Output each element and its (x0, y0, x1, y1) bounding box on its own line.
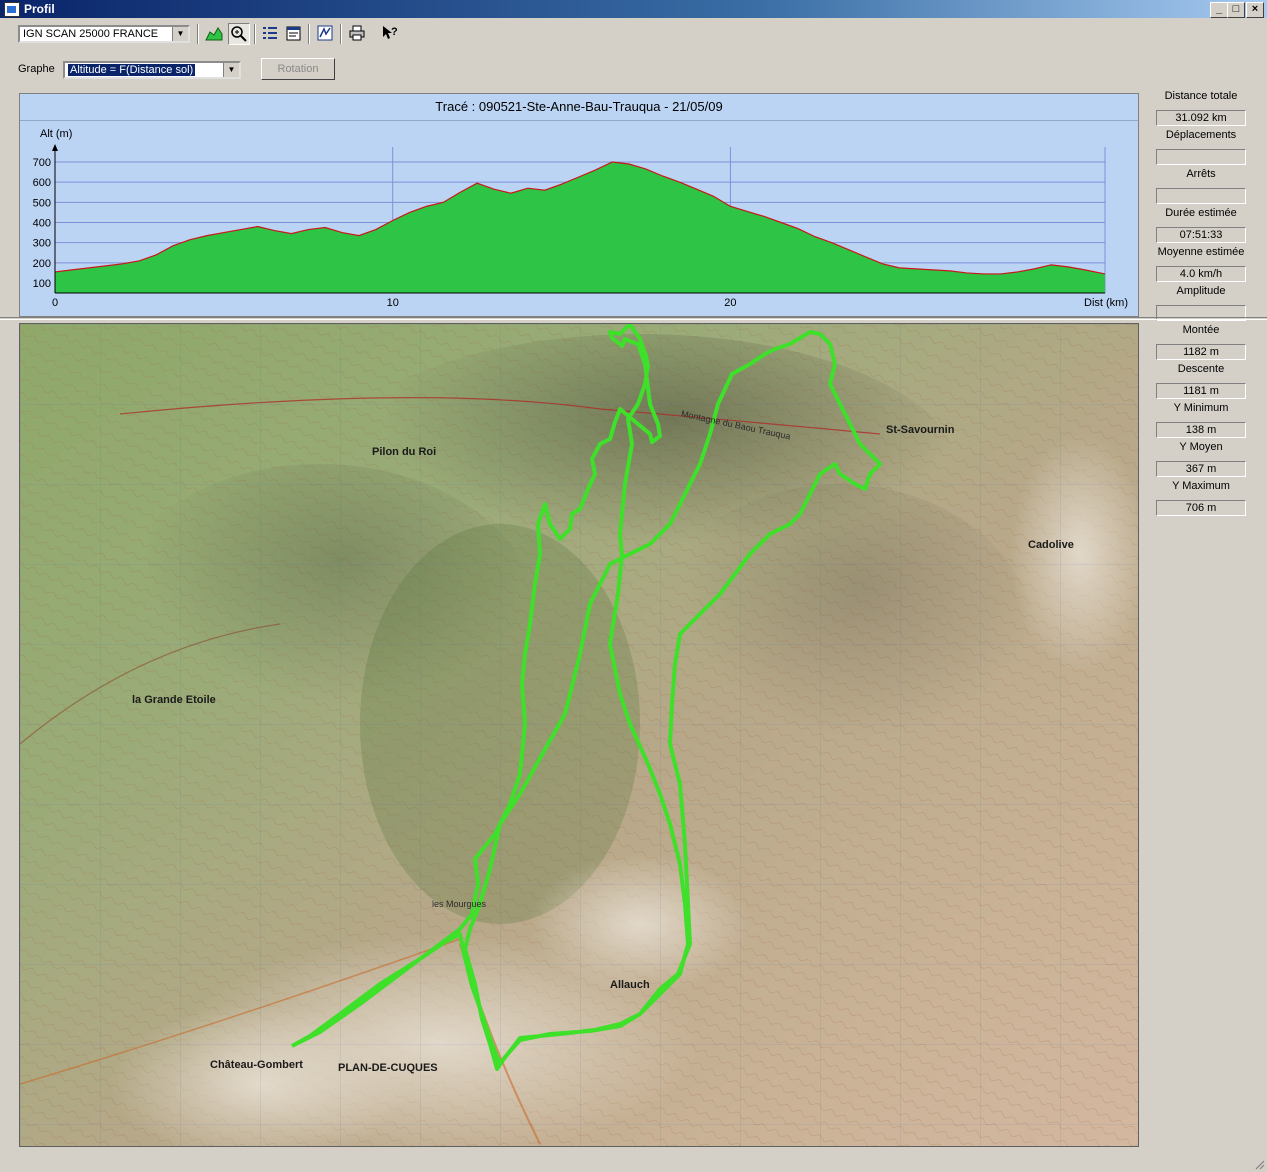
maximize-button[interactable]: □ (1227, 2, 1245, 18)
x-tick-label: 10 (387, 297, 399, 309)
y-tick-label: 300 (33, 238, 51, 250)
window-title: Profil (24, 2, 55, 16)
properties-icon[interactable] (283, 23, 305, 45)
map-label: Cadolive (1028, 539, 1074, 551)
zoom-icon[interactable] (228, 23, 250, 45)
curve-icon[interactable] (314, 23, 336, 45)
chart-canvas: 100 200 300 400 500 600 700 0 10 20 Alt (m) Dist (k… (33, 128, 1128, 309)
y-tick-label: 700 (33, 157, 51, 169)
window-titlebar: Profil _ □ × (0, 0, 1267, 18)
resize-grip-icon[interactable] (1253, 1158, 1265, 1170)
stat-label: Moyenne estimée (1157, 246, 1245, 258)
stat-label: Y Moyen (1179, 441, 1223, 453)
stat-value: 4.0 km/h (1156, 266, 1246, 282)
stat-value (1156, 188, 1246, 204)
stat-value (1156, 149, 1246, 165)
y-tick-label: 100 (33, 278, 51, 290)
elevation-profile-chart: Tracé : 090521-Ste-Anne-Bau-Trauqua - 21… (19, 93, 1139, 317)
stat-label: Durée estimée (1165, 207, 1237, 219)
stat-label: Montée (1182, 324, 1220, 336)
x-tick-label: 20 (724, 297, 736, 309)
y-axis-label: Alt (m) (40, 128, 72, 140)
map-label: PLAN-DE-CUQUES (338, 1062, 438, 1074)
map-label: Château-Gombert (210, 1059, 303, 1071)
stat-label: Déplacements (1165, 129, 1237, 141)
map-label: Allauch (610, 979, 650, 991)
stat-value: 31.092 km (1156, 110, 1246, 126)
chevron-down-icon[interactable]: ▼ (172, 27, 188, 41)
app-icon (4, 2, 20, 17)
stat-value: 07:51:33 (1156, 227, 1246, 243)
svg-text:?: ? (391, 26, 398, 38)
x-axis-label: Dist (km) (1084, 297, 1128, 309)
stat-value: 1182 m (1156, 344, 1246, 360)
stat-value: 367 m (1156, 461, 1246, 477)
graph-type-value: Altitude = F(Distance sol) (68, 64, 196, 76)
help-icon[interactable]: ? (379, 23, 401, 45)
stat-value: 706 m (1156, 500, 1246, 516)
graph-label: Graphe (18, 63, 55, 75)
stat-label: Descente (1177, 363, 1225, 375)
stat-label: Distance totale (1164, 90, 1238, 102)
print-icon[interactable] (346, 23, 368, 45)
stat-label: Amplitude (1176, 285, 1226, 297)
map-canvas[interactable] (20, 324, 1138, 1146)
topographic-map[interactable]: St-Savournin Cadolive Pilon du Roi la Gr… (19, 323, 1139, 1147)
map-source-select[interactable]: IGN SCAN 25000 FRANCE ▼ (18, 25, 190, 43)
profile-icon[interactable] (203, 23, 225, 45)
stat-value: 1181 m (1156, 383, 1246, 399)
stat-label: Arrêts (1186, 168, 1216, 180)
y-tick-label: 500 (33, 197, 51, 209)
map-label: les Mourgues (432, 899, 487, 909)
map-source-value: IGN SCAN 25000 FRANCE (23, 28, 159, 40)
chevron-down-icon[interactable]: ▼ (223, 63, 239, 77)
rotation-button[interactable]: Rotation (261, 58, 335, 80)
minimize-button[interactable]: _ (1210, 2, 1228, 18)
y-tick-label: 600 (33, 177, 51, 189)
stat-label: Y Minimum (1173, 402, 1229, 414)
map-label: St-Savournin (886, 424, 955, 436)
list-icon[interactable] (259, 23, 281, 45)
stat-label: Y Maximum (1172, 480, 1230, 492)
close-button[interactable]: × (1246, 2, 1264, 18)
splitter[interactable] (0, 317, 1267, 320)
y-tick-label: 400 (33, 218, 51, 230)
graph-type-select[interactable]: Altitude = F(Distance sol) ▼ (63, 61, 241, 79)
map-label: Pilon du Roi (372, 446, 437, 458)
y-tick-label: 200 (33, 258, 51, 270)
map-label: la Grande Etoile (132, 694, 216, 706)
stat-value: 138 m (1156, 422, 1246, 438)
x-tick-label: 0 (52, 297, 58, 309)
